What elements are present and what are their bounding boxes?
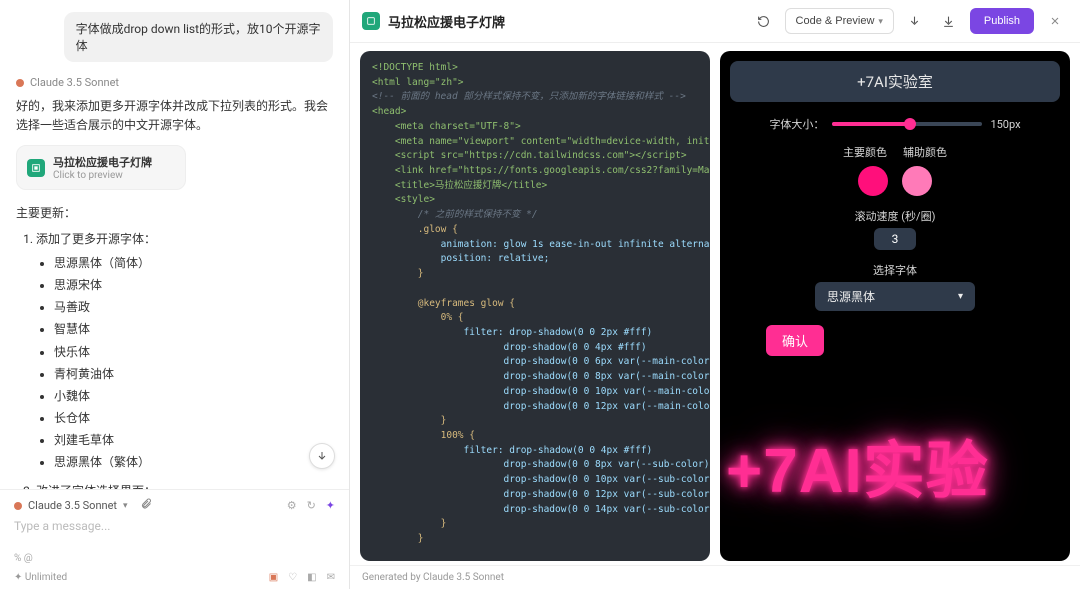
assistant-intro: 好的，我来添加更多开源字体并改成下拉列表的形式。我会选择一些适合展示的中文开源字… xyxy=(16,97,333,135)
artifact-card[interactable]: 马拉松应援电子灯牌 Click to preview xyxy=(16,145,186,190)
composer-hint: % @ xyxy=(14,553,335,564)
sub-color-label: 辅助颜色 xyxy=(903,144,947,160)
update-subitem: 思源黑体（繁体） xyxy=(54,453,333,472)
update-subitem: 长仓体 xyxy=(54,409,333,428)
artifact-panes: <!DOCTYPE html> <html lang="zh"> <!-- 前面… xyxy=(350,43,1080,565)
update-subitem: 快乐体 xyxy=(54,343,333,362)
view-mode-select[interactable]: Code & Preview ▾ xyxy=(785,8,894,34)
chat-column: 字体做成drop down list的形式，放10个开源字体 Claude 3.… xyxy=(0,0,350,589)
font-selected-value: 思源黑体 xyxy=(827,288,875,305)
message-input[interactable] xyxy=(14,519,335,547)
preview-marquee: +7AI实验 xyxy=(720,368,1070,561)
update-item: 添加了更多开源字体：思源黑体（简体）思源宋体马善政智慧体快乐体青柯黄油体小魏体长… xyxy=(36,229,333,472)
user-message: 字体做成drop down list的形式，放10个开源字体 xyxy=(64,12,333,62)
view-mode-label: Code & Preview xyxy=(796,15,875,27)
comment-icon[interactable]: ✉ xyxy=(327,572,335,583)
chat-footer: ✦ Unlimited ▣ ♡ ◧ ✉ xyxy=(0,568,349,589)
chevron-down-icon: ▾ xyxy=(878,16,883,27)
assistant-model-row: Claude 3.5 Sonnet xyxy=(16,76,333,89)
attachment-icon[interactable] xyxy=(140,498,152,513)
chevron-down-icon: ▾ xyxy=(958,291,963,302)
publish-button[interactable]: Publish xyxy=(970,8,1034,34)
font-size-label: 字体大小： xyxy=(769,116,824,132)
color-row: 主要颜色 辅助颜色 xyxy=(748,144,1042,196)
updates-list: 添加了更多开源字体：思源黑体（简体）思源宋体马善政智慧体快乐体青柯黄油体小魏体长… xyxy=(16,229,333,489)
font-size-row: 字体大小： 150px xyxy=(748,116,1042,132)
close-button[interactable] xyxy=(1042,8,1068,34)
artifact-header-title: 马拉松应援电子灯牌 xyxy=(388,12,505,31)
update-subitem: 思源宋体 xyxy=(54,276,333,295)
update-subitem: 思源黑体（简体） xyxy=(54,254,333,273)
composer-meta-icons: ⚙ ↻ ✦ xyxy=(287,499,335,512)
artifact-panel: 马拉松应援电子灯牌 Code & Preview ▾ Publish <!DOC… xyxy=(350,0,1080,589)
font-size-slider[interactable] xyxy=(832,122,982,126)
refresh-icon[interactable]: ↻ xyxy=(307,499,316,512)
chevron-down-icon: ▾ xyxy=(123,501,128,511)
confirm-button[interactable]: 确认 xyxy=(766,325,824,356)
heart-icon[interactable]: ♡ xyxy=(288,572,297,583)
preview-pane[interactable]: +7AI实验室 字体大小： 150px 主要颜色 辅助颜色 xyxy=(720,51,1070,561)
copy-button[interactable] xyxy=(902,8,928,34)
model-dot-icon xyxy=(14,502,22,510)
download-button[interactable] xyxy=(936,8,962,34)
preview-top-banner: +7AI实验室 xyxy=(730,61,1060,102)
speed-row: 滚动速度 (秒/圈) 3 xyxy=(748,208,1042,250)
artifact-icon xyxy=(27,159,45,177)
updates-heading: 主要更新： xyxy=(16,204,333,221)
update-subitem: 智慧体 xyxy=(54,320,333,339)
artifact-text: 马拉松应援电子灯牌 Click to preview xyxy=(53,154,152,181)
update-subitem: 青柯黄油体 xyxy=(54,365,333,384)
sub-color-swatch[interactable] xyxy=(902,166,932,196)
speed-input[interactable]: 3 xyxy=(874,228,917,250)
reload-button[interactable] xyxy=(751,8,777,34)
plan-label: ✦ Unlimited xyxy=(14,572,67,583)
update-item: 改进了字体选择界面：使用下拉列表替代按钮添加了美观的下拉箭头优化了选择器样式 xyxy=(36,481,333,489)
font-select-label: 选择字体 xyxy=(748,262,1042,278)
artifact-title: 马拉松应援电子灯牌 xyxy=(53,154,152,170)
font-select[interactable]: 思源黑体 ▾ xyxy=(815,282,975,311)
font-size-value: 150px xyxy=(990,118,1020,131)
main-color-label: 主要颜色 xyxy=(843,144,887,160)
composer: Claude 3.5 Sonnet ▾ ⚙ ↻ ✦ % @ xyxy=(0,489,349,568)
gift-icon[interactable]: ▣ xyxy=(269,572,278,583)
update-subitem: 小魏体 xyxy=(54,387,333,406)
composer-model-label: Claude 3.5 Sonnet xyxy=(28,499,117,512)
main-color-swatch[interactable] xyxy=(858,166,888,196)
chat-scroll[interactable]: 字体做成drop down list的形式，放10个开源字体 Claude 3.… xyxy=(0,0,349,489)
speed-label: 滚动速度 (秒/圈) xyxy=(748,208,1042,224)
assistant-model-label: Claude 3.5 Sonnet xyxy=(30,76,119,89)
artifact-header: 马拉松应援电子灯牌 Code & Preview ▾ Publish xyxy=(350,0,1080,43)
artifact-header-icon xyxy=(362,12,380,30)
model-dot-icon xyxy=(16,79,24,87)
artifact-subtitle: Click to preview xyxy=(53,170,152,181)
sliders-icon[interactable]: ⚙ xyxy=(287,499,297,512)
code-pane[interactable]: <!DOCTYPE html> <html lang="zh"> <!-- 前面… xyxy=(360,51,710,561)
preview-controls: 字体大小： 150px 主要颜色 辅助颜色 xyxy=(720,112,1070,368)
scroll-to-bottom-button[interactable] xyxy=(309,443,335,469)
model-selector[interactable]: Claude 3.5 Sonnet ▾ ⚙ ↻ ✦ xyxy=(14,498,335,513)
update-subitem: 马善政 xyxy=(54,298,333,317)
bookmark-icon[interactable]: ◧ xyxy=(307,572,316,583)
font-select-row: 选择字体 思源黑体 ▾ xyxy=(748,262,1042,311)
plus-icon[interactable]: ✦ xyxy=(326,499,335,512)
update-subitem: 刘建毛草体 xyxy=(54,431,333,450)
generated-by-footer: Generated by Claude 3.5 Sonnet xyxy=(350,565,1080,589)
